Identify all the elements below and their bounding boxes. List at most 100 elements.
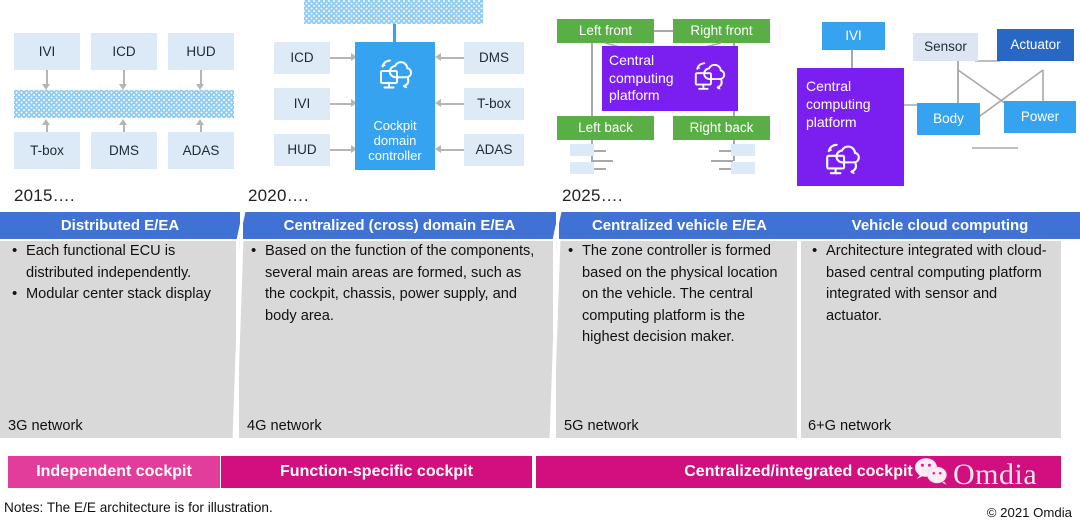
diagram-vehicle-cloud-computing: IVI Central computing platform Sensor Ac… (797, 0, 1080, 195)
year-label-2015: 2015…. (14, 186, 75, 205)
connector-tbox-controller (441, 103, 464, 105)
cockpit-bar-independent[interactable]: Independent cockpit (8, 456, 220, 488)
cockpit-bar-label: Centralized/integrated cockpit (684, 463, 913, 480)
bullet-list: Each functional ECU is distributed indep… (0, 240, 236, 306)
slide-canvas: IVI ICD HUD T-box DMS ADAS ICD IVI HUD C… (0, 0, 1080, 532)
node-tbox[interactable]: T-box (14, 132, 80, 169)
column-body-centralized-vehicle: The zone controller is formed based on t… (556, 240, 797, 438)
cloud-computing-icon (692, 58, 728, 98)
cockpit-bar-label: Function-specific cockpit (280, 463, 473, 480)
zone-stub (570, 162, 594, 174)
cockpit-domain-controller[interactable]: Cockpit domain controller (355, 42, 435, 170)
network-label: 5G network (564, 418, 639, 434)
node-label: IVI (293, 96, 311, 112)
node-icd[interactable]: ICD (274, 42, 330, 74)
node-label: T-box (30, 142, 64, 158)
connector-dms-controller (441, 57, 464, 59)
bullet-list: Based on the function of the components,… (239, 240, 553, 327)
cockpit-domain-controller-label: Cockpit domain controller (355, 118, 435, 164)
node-label: Body (933, 111, 964, 127)
column-header-centralized-domain[interactable]: Centralized (cross) domain E/EA (243, 212, 556, 239)
node-sensor[interactable]: Sensor (913, 33, 978, 61)
connector-bus-controller (393, 24, 396, 42)
node-adas[interactable]: ADAS (168, 132, 234, 169)
header-label: Centralized (cross) domain E/EA (283, 217, 516, 234)
column-header-distributed[interactable]: Distributed E/EA (0, 212, 240, 239)
connector-adas-controller (441, 149, 464, 151)
node-hud[interactable]: HUD (274, 134, 330, 166)
zone-left-back[interactable]: Left back (557, 116, 654, 140)
zone-label: Left back (578, 120, 633, 136)
arrow-up-icon (119, 119, 127, 125)
node-actuator[interactable]: Actuator (997, 29, 1074, 61)
diagram-2025-centralized-vehicle: Left front Right front Central computing… (545, 0, 800, 190)
year-label-2025: 2025…. (562, 186, 623, 205)
year-label-2020: 2020…. (248, 186, 309, 205)
node-label: DMS (109, 142, 139, 158)
node-label: HUD (186, 43, 216, 59)
node-label: ADAS (182, 142, 220, 158)
stub-link (719, 150, 731, 152)
stub-link (719, 168, 731, 170)
column-body-distributed: Each functional ECU is distributed indep… (0, 240, 236, 438)
panel-separator (797, 241, 801, 438)
cockpit-bar-function-specific[interactable]: Function-specific cockpit (221, 456, 532, 488)
cloud-computing-icon (377, 56, 415, 96)
controller-text: Cockpit domain controller (368, 118, 422, 164)
arrow-left-icon (435, 53, 441, 61)
connector-icd-controller (330, 57, 353, 59)
node-dms[interactable]: DMS (464, 42, 524, 74)
node-ivi[interactable]: IVI (14, 33, 80, 70)
stub-link (594, 150, 606, 152)
node-ivi[interactable]: IVI (274, 88, 330, 120)
zone-right-back[interactable]: Right back (673, 116, 770, 140)
column-body-centralized-domain: Based on the function of the components,… (239, 240, 553, 438)
header-label: Centralized vehicle E/EA (591, 217, 768, 234)
node-label: HUD (287, 142, 317, 158)
node-label: T-box (477, 96, 511, 112)
column-header-vehicle-cloud[interactable]: Vehicle cloud computing (800, 212, 1080, 239)
copyright-label: © 2021 Omdia (986, 505, 1072, 520)
platform-label: Central computing platform (609, 52, 674, 104)
node-label: ADAS (475, 142, 513, 158)
zone-stub (570, 144, 594, 156)
node-body[interactable]: Body (917, 103, 980, 135)
node-dms[interactable]: DMS (91, 132, 157, 169)
column-header-centralized-vehicle[interactable]: Centralized vehicle E/EA (559, 212, 800, 239)
network-label: 4G network (247, 418, 322, 434)
column-body-vehicle-cloud: Architecture integrated with cloud-based… (800, 240, 1061, 438)
cockpit-bar-label: Independent cockpit (36, 463, 192, 480)
central-computing-platform[interactable]: Central computing platform (602, 46, 738, 111)
diagram-2020-centralized-domain: ICD IVI HUD Cockpit domain controller DM… (245, 0, 545, 185)
diagram-2015-distributed: IVI ICD HUD T-box DMS ADAS (0, 0, 245, 185)
connector-ivi-controller (330, 103, 353, 105)
list-item: Based on the function of the components,… (251, 240, 543, 327)
zone-label: Right back (689, 120, 754, 136)
bullet-list: The zone controller is formed based on t… (556, 240, 797, 349)
header-label: Distributed E/EA (60, 217, 180, 234)
bullet-list: Architecture integrated with cloud-based… (800, 240, 1061, 327)
node-power[interactable]: Power (1004, 101, 1076, 133)
node-tbox[interactable]: T-box (464, 88, 524, 120)
node-label: IVI (38, 43, 56, 59)
arrow-left-icon (435, 145, 441, 153)
slide-notes: Notes: The E/E architecture is for illus… (4, 500, 273, 515)
cockpit-bar-centralized-integrated[interactable]: Centralized/integrated cockpit (536, 456, 1061, 488)
node-icd[interactable]: ICD (91, 33, 157, 70)
node-label: ICD (112, 43, 136, 59)
cloud-bus-bar (304, 0, 483, 24)
list-item: Each functional ECU is distributed indep… (12, 240, 226, 284)
arrow-left-icon (435, 99, 441, 107)
vehicle-bus-bar (14, 90, 234, 118)
connector-hud-controller (330, 149, 353, 151)
node-label: DMS (479, 50, 509, 66)
stub-link (594, 168, 606, 170)
arrow-up-icon (42, 119, 50, 125)
node-label: Power (1020, 109, 1060, 125)
node-hud[interactable]: HUD (168, 33, 234, 70)
network-label: 6+G network (808, 418, 892, 434)
node-label: ICD (290, 50, 314, 66)
node-adas[interactable]: ADAS (464, 134, 524, 166)
network-label: 3G network (8, 418, 83, 434)
node-label: Actuator (1010, 37, 1061, 53)
